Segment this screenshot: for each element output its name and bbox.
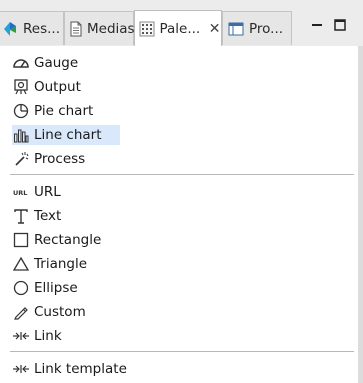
palette-item-process[interactable]: Process xyxy=(12,149,91,169)
gauge-icon xyxy=(12,54,30,72)
palette-item-label: Output xyxy=(34,79,81,95)
properties-icon xyxy=(227,20,245,38)
palette-item-label: Line chart xyxy=(34,127,102,143)
palette-item-link-template[interactable]: Link template xyxy=(12,359,133,379)
palette-item-label: Custom xyxy=(34,304,86,320)
triangle-icon xyxy=(12,255,30,273)
palette-item-pie-chart[interactable]: Pie chart xyxy=(12,101,99,121)
palette-item-label: Link template xyxy=(34,361,127,377)
tab-label: Pro... xyxy=(249,20,284,37)
tab-palette[interactable]: Pale... ✕ xyxy=(134,10,222,46)
link-icon xyxy=(12,327,30,345)
palette-item-label: Rectangle xyxy=(34,232,102,248)
palette-panel: Gauge Output Pie chart Line chart Proces… xyxy=(0,46,358,383)
palette-separator xyxy=(10,174,354,175)
text-icon xyxy=(12,207,30,225)
palette-item-line-chart[interactable]: Line chart xyxy=(12,125,120,145)
palette-item-text[interactable]: Text xyxy=(12,206,67,226)
tab-medias[interactable]: Medias xyxy=(64,11,135,45)
view-tab-bar: Res... Medias Pale... ✕ Pro... xyxy=(0,0,363,47)
palette-separator xyxy=(10,351,354,352)
palette-item-gauge[interactable]: Gauge xyxy=(12,53,84,73)
palette-item-url[interactable]: URL URL xyxy=(12,182,67,202)
scrollbar-track[interactable] xyxy=(358,46,363,383)
close-icon[interactable]: ✕ xyxy=(208,21,221,37)
palette-item-output[interactable]: Output xyxy=(12,77,87,97)
palette-item-label: Pie chart xyxy=(34,103,94,119)
tab-label: Res... xyxy=(23,20,60,37)
link-template-icon xyxy=(12,360,30,378)
palette-item-custom[interactable]: Custom xyxy=(12,302,92,322)
pie-chart-icon xyxy=(12,102,30,120)
line-chart-icon xyxy=(12,126,30,144)
palette-item-triangle[interactable]: Triangle xyxy=(12,254,93,274)
tab-resources[interactable]: Res... xyxy=(0,11,64,45)
palette-item-label: Link xyxy=(34,328,62,344)
url-icon: URL xyxy=(12,183,30,201)
tab-properties[interactable]: Pro... xyxy=(222,11,292,45)
palette-item-rectangle[interactable]: Rectangle xyxy=(12,230,107,250)
palette-item-label: Ellipse xyxy=(34,280,78,296)
output-icon xyxy=(12,78,30,96)
palette-item-label: Process xyxy=(34,151,86,167)
pencil-icon xyxy=(12,303,30,321)
maximize-button[interactable] xyxy=(331,16,349,34)
svg-text:URL: URL xyxy=(13,189,27,197)
tab-label: Medias xyxy=(87,20,135,37)
palette-item-label: Text xyxy=(34,208,62,224)
palette-item-label: Triangle xyxy=(34,256,88,272)
document-icon xyxy=(69,20,83,38)
palette-item-link[interactable]: Link xyxy=(12,326,68,346)
palette-item-label: URL xyxy=(34,184,61,200)
process-icon xyxy=(12,150,30,168)
palette-item-ellipse[interactable]: Ellipse xyxy=(12,278,84,298)
rectangle-icon xyxy=(12,231,30,249)
palette-icon xyxy=(139,20,155,38)
tab-label: Pale... xyxy=(159,20,201,37)
ellipse-icon xyxy=(12,279,30,297)
minimize-button[interactable] xyxy=(308,16,326,34)
resources-icon xyxy=(1,20,19,38)
palette-item-label: Gauge xyxy=(34,55,79,71)
